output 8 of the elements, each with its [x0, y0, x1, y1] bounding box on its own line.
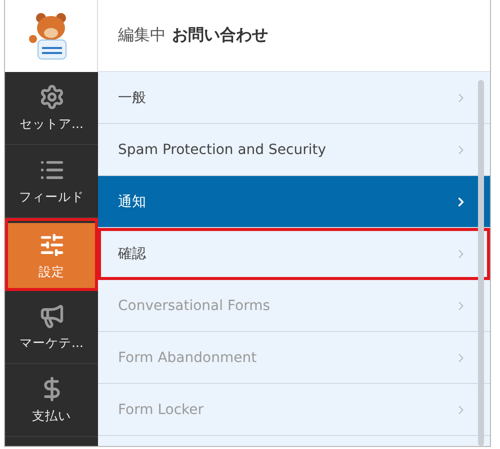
scrollbar[interactable] — [478, 80, 484, 446]
megaphone-icon — [38, 302, 64, 328]
settings-menu-item[interactable]: 通知 — [98, 176, 490, 228]
settings-menu-item[interactable]: 確認 — [98, 228, 490, 280]
form-title: お問い合わせ — [172, 25, 268, 46]
sliders-icon — [38, 232, 64, 258]
gear-icon — [38, 84, 64, 110]
editing-label: 編集中 — [118, 25, 166, 46]
